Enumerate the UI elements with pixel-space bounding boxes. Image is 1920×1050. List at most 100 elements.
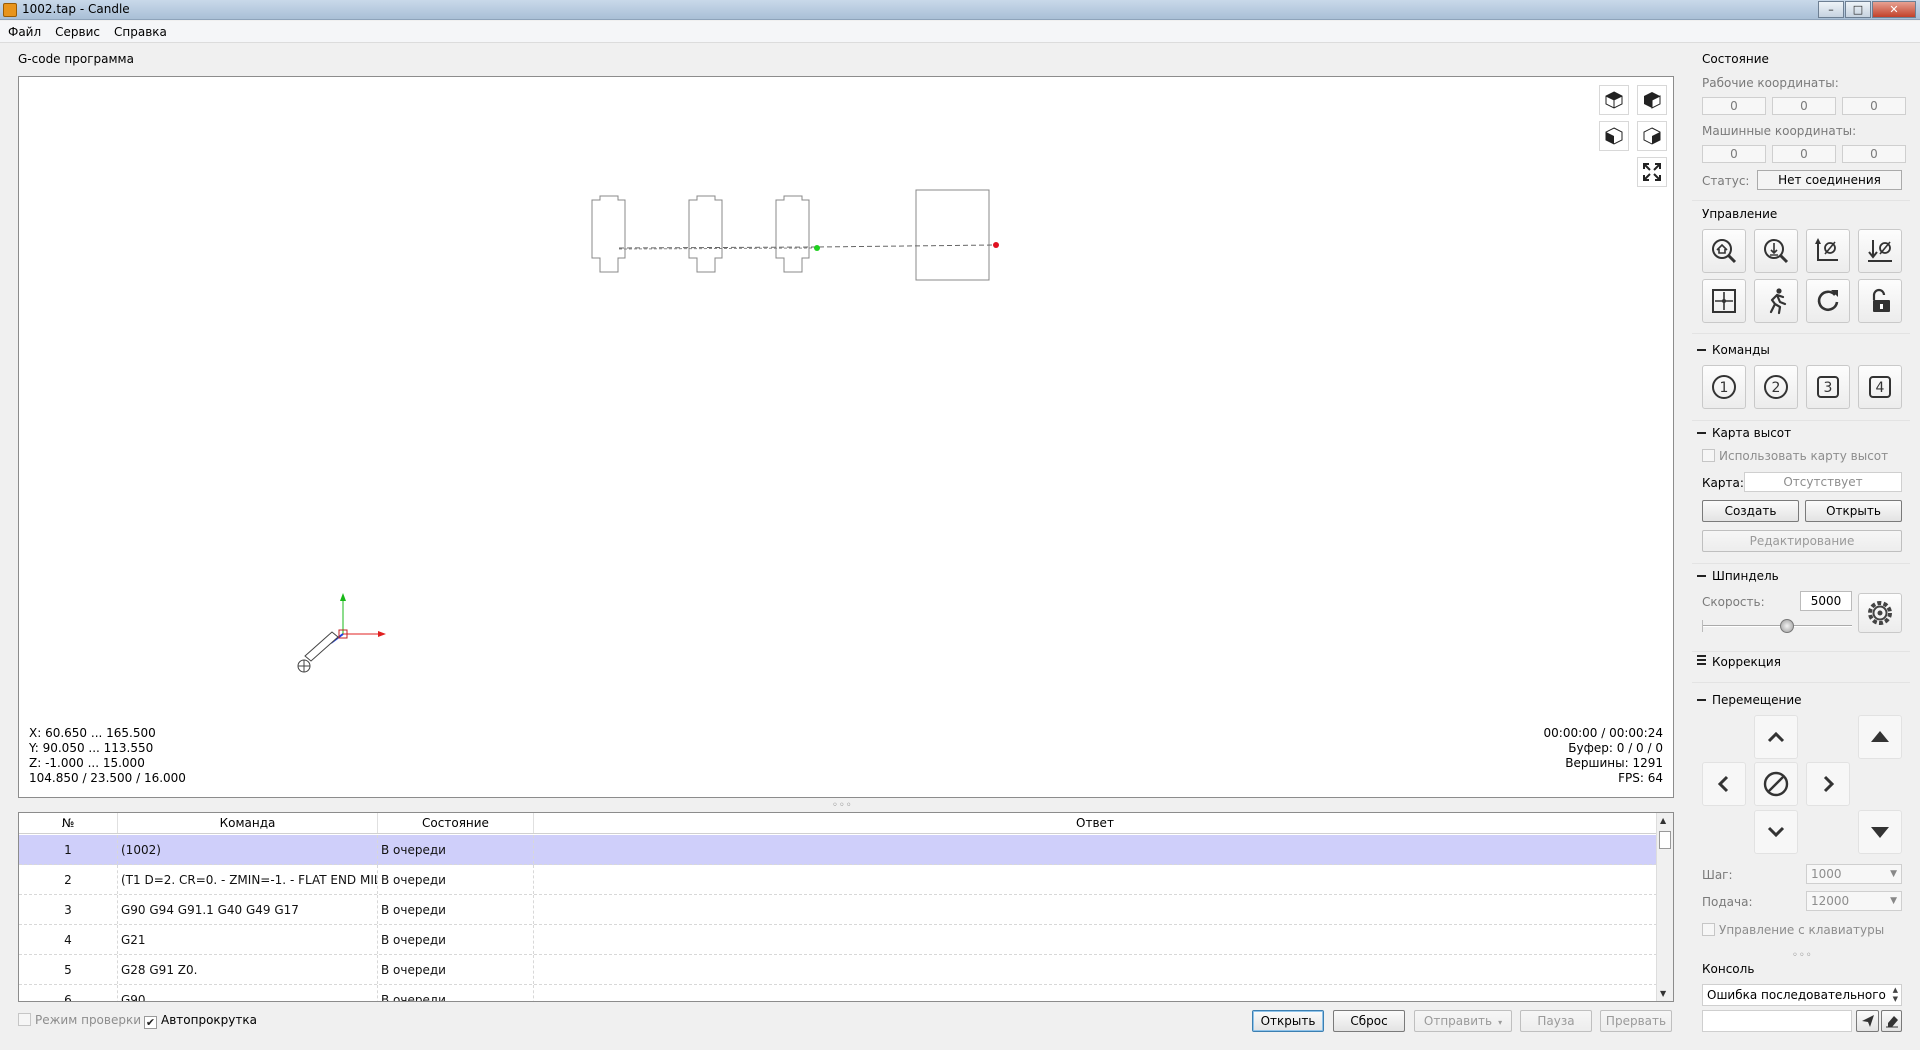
safe-position-button[interactable] [1754, 279, 1798, 323]
bounds-x: X: 60.650 ... 165.500 [29, 726, 156, 740]
minimize-button[interactable]: – [1818, 1, 1844, 18]
console-splitter[interactable]: ◦◦◦ [1792, 950, 1813, 961]
console-send-button[interactable] [1856, 1010, 1879, 1032]
user-command-2-button[interactable]: 2 [1754, 365, 1798, 409]
spindle-panel-title[interactable]: Шпиндель [1697, 569, 1779, 583]
viewer-table-splitter[interactable]: ◦◦◦ [832, 800, 853, 811]
unlock-button[interactable] [1858, 279, 1902, 323]
spindle-title-text: Шпиндель [1712, 569, 1779, 583]
zprobe-button[interactable] [1754, 229, 1798, 273]
table-row[interactable]: 2 (T1 D=2. CR=0. - ZMIN=-1. - FLAT END M… [19, 865, 1657, 895]
part-outline-4 [915, 189, 990, 281]
column-header-response[interactable]: Ответ [534, 813, 1657, 833]
gcode-3d-viewer[interactable]: X: 60.650 ... 165.500 Y: 90.050 ... 113.5… [18, 76, 1674, 798]
create-heightmap-button[interactable]: Создать [1702, 500, 1799, 522]
column-header-command[interactable]: Команда [118, 813, 378, 833]
close-button[interactable]: ✕ [1872, 1, 1916, 18]
restore-origin-button[interactable] [1702, 279, 1746, 323]
table-row[interactable]: 5 G28 G91 Z0. В очереди [19, 955, 1657, 985]
cube-top-icon [1644, 92, 1661, 109]
autoscroll-checkbox[interactable]: ✔ Автопрокрутка [144, 1013, 257, 1029]
feed-combo[interactable]: 12000 ▼ [1806, 891, 1902, 911]
scrollbar-thumb[interactable] [1659, 831, 1671, 849]
table-row[interactable]: 6 G90 В очереди [19, 985, 1657, 1001]
table-row[interactable]: 3 G90 G94 G91.1 G40 G49 G17 В очереди [19, 895, 1657, 925]
edit-heightmap-button[interactable]: Редактирование [1702, 530, 1902, 552]
keyboard-control-checkbox[interactable]: Управление с клавиатуры [1702, 923, 1884, 937]
table-scrollbar[interactable]: ▲ ▼ [1656, 813, 1673, 1001]
scroll-up-icon[interactable]: ▲ [1660, 816, 1666, 825]
jog-stop-button[interactable] [1754, 762, 1798, 806]
menu-service[interactable]: Сервис [48, 25, 107, 39]
movement-title-text: Перемещение [1712, 693, 1802, 707]
abort-button[interactable]: Прервать [1600, 1010, 1672, 1032]
zero-xy-button[interactable] [1806, 229, 1850, 273]
commands-panel-title[interactable]: Команды [1697, 343, 1770, 357]
correction-panel-title[interactable]: Коррекция [1697, 655, 1781, 669]
console-panel-title: Консоль [1702, 962, 1755, 976]
spindle-gear-icon [1868, 601, 1892, 625]
view-left-button[interactable] [1637, 121, 1667, 151]
user-command-4-button[interactable]: 4 [1858, 365, 1902, 409]
spindle-speed-field[interactable]: 5000 [1800, 591, 1852, 611]
step-combo[interactable]: 1000 ▼ [1806, 864, 1902, 884]
running-man-icon [1769, 288, 1787, 315]
dropdown-arrow-icon: ▼ [1890, 869, 1897, 879]
jog-y-minus-button[interactable] [1754, 810, 1798, 854]
home-button[interactable] [1702, 229, 1746, 273]
checkbox-box [18, 1013, 31, 1026]
autoscroll-label: Автопрокрутка [161, 1013, 257, 1027]
spindle-toggle-button[interactable] [1858, 593, 1902, 633]
table-row[interactable]: 1 (1002) В очереди [19, 835, 1657, 865]
zero-z-button[interactable] [1858, 229, 1902, 273]
jog-z-plus-button[interactable] [1858, 715, 1902, 759]
user-command-3-button[interactable]: 3 [1806, 365, 1850, 409]
spindle-speed-slider[interactable] [1702, 617, 1852, 635]
view-front-button[interactable] [1599, 121, 1629, 151]
vertices-info: Вершины: 1291 [1565, 756, 1663, 770]
triangle-up-icon [1871, 731, 1889, 742]
spin-arrows-icon[interactable]: ▲ ▼ [1893, 986, 1898, 1004]
console-clear-button[interactable] [1881, 1010, 1902, 1032]
console-command-input[interactable] [1702, 1010, 1852, 1032]
send-button[interactable]: Отправить ▾ [1414, 1010, 1512, 1032]
state-panel-title: Состояние [1702, 52, 1769, 66]
check-mode-checkbox[interactable]: Режим проверки [18, 1013, 141, 1027]
cell-response [534, 895, 1657, 924]
zero-z-icon [1868, 240, 1892, 262]
user-command-1-button[interactable]: 1 [1702, 365, 1746, 409]
jog-x-plus-button[interactable] [1806, 762, 1850, 806]
column-header-state[interactable]: Состояние [378, 813, 534, 833]
jog-z-minus-button[interactable] [1858, 810, 1902, 854]
cell-command: G90 G94 G91.1 G40 G49 G17 [118, 895, 378, 924]
menu-file[interactable]: Файл [0, 25, 48, 39]
scroll-down-icon[interactable]: ▼ [1660, 989, 1666, 998]
view-fit-button[interactable] [1637, 157, 1667, 187]
cell-state: В очереди [378, 835, 534, 864]
pause-button[interactable]: Пауза [1520, 1010, 1592, 1032]
cell-response [534, 925, 1657, 954]
soft-reset-button[interactable] [1806, 279, 1850, 323]
part-outline-3 [775, 195, 810, 273]
column-header-num[interactable]: № [19, 813, 118, 833]
view-isometric-button[interactable] [1599, 85, 1629, 115]
cell-state: В очереди [378, 865, 534, 894]
jog-y-plus-button[interactable] [1754, 715, 1798, 759]
use-heightmap-checkbox[interactable]: Использовать карту высот [1702, 449, 1888, 463]
movement-panel-title[interactable]: Перемещение [1697, 693, 1802, 707]
panel-separator [1692, 651, 1910, 652]
slider-thumb[interactable] [1780, 619, 1794, 633]
menu-help[interactable]: Справка [107, 25, 174, 39]
open-file-button[interactable]: Открыть [1252, 1010, 1324, 1032]
table-row[interactable]: 4 G21 В очереди [19, 925, 1657, 955]
tool-position-point [814, 245, 820, 251]
jog-x-minus-button[interactable] [1702, 762, 1746, 806]
cell-num: 5 [19, 955, 118, 984]
console-history-field[interactable]: Ошибка последовательного ▲ ▼ [1702, 984, 1902, 1006]
maximize-button[interactable]: □ [1845, 1, 1871, 18]
open-heightmap-button[interactable]: Открыть [1805, 500, 1902, 522]
command-1-label: 1 [1720, 380, 1729, 396]
reset-button[interactable]: Сброс [1333, 1010, 1405, 1032]
heightmap-panel-title[interactable]: Карта высот [1697, 426, 1791, 440]
view-top-button[interactable] [1637, 85, 1667, 115]
